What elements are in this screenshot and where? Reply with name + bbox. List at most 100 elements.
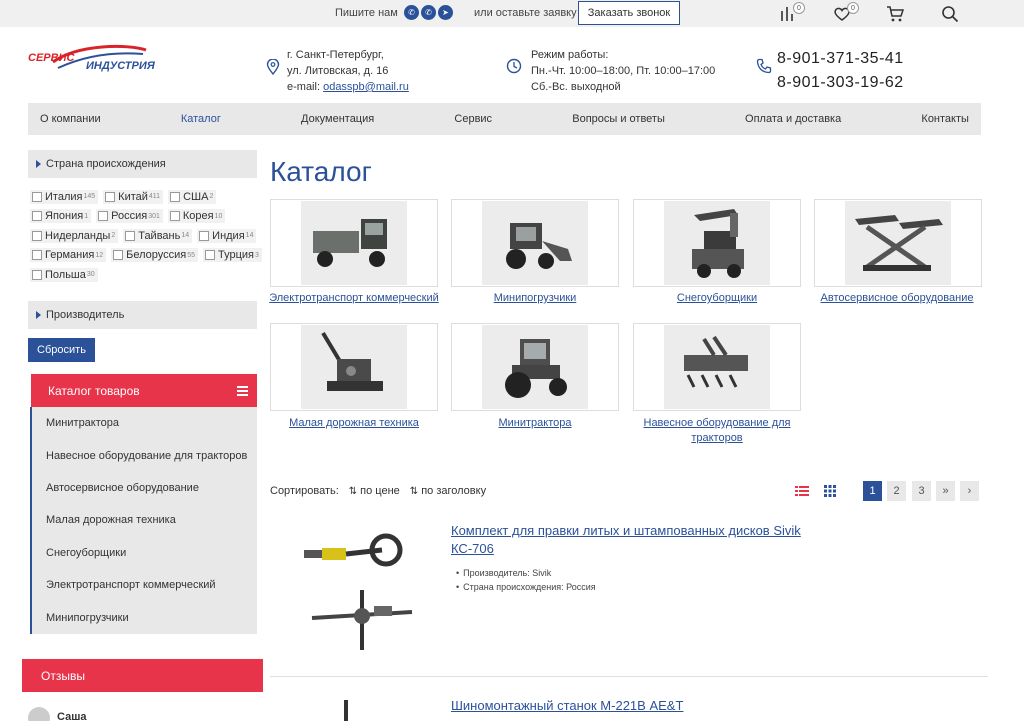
category-tile-tractor-attachments[interactable] [633, 323, 801, 411]
checkbox[interactable] [32, 250, 42, 261]
checkbox[interactable] [169, 211, 180, 222]
page-title: Каталог [270, 156, 372, 187]
product-prop: Страна происхождения: Россия [456, 580, 596, 594]
country-option[interactable]: Россия 301 [96, 209, 163, 224]
checkbox[interactable] [125, 230, 136, 241]
search-button[interactable] [939, 4, 961, 24]
pagination-page-3[interactable]: 3 [912, 481, 931, 501]
category-link[interactable]: Электротранспорт коммерческий [269, 291, 439, 306]
category-image [664, 325, 770, 409]
category-link[interactable]: Автосервисное оборудование [812, 291, 982, 306]
country-option[interactable]: Турция 3 [203, 248, 262, 263]
telegram-icon[interactable]: ➤ [438, 5, 453, 20]
product-title-link[interactable]: Комплект для правки литых и штампованных… [451, 522, 811, 558]
checkbox[interactable] [32, 230, 42, 241]
country-option[interactable]: Польша 30 [30, 267, 98, 282]
sort-by-title[interactable]: ⇅ по заголовку [410, 485, 486, 497]
phone-number-1[interactable]: 8-901-371-35-41 [777, 47, 904, 71]
category-tile-auto-service[interactable] [814, 199, 982, 287]
catalog-menu-item[interactable]: Минитрактора [32, 407, 257, 439]
country-option[interactable]: Германия 12 [30, 248, 107, 263]
site-logo[interactable]: СЕРВИС ИНДУСТРИЯ [28, 42, 168, 80]
phone-number-2[interactable]: 8-901-303-19-62 [777, 71, 904, 95]
grid-view-button[interactable] [820, 482, 840, 500]
catalog-menu-item[interactable]: Автосервисное оборудование [32, 472, 257, 504]
category-link[interactable]: Снегоуборщики [632, 291, 802, 306]
product-image[interactable] [282, 520, 438, 666]
nav-item-faq[interactable]: Вопросы и ответы [572, 113, 665, 125]
messenger-icons: ✆ ✆ ➤ [404, 5, 453, 20]
country-option[interactable]: Индия 14 [197, 228, 257, 243]
category-link[interactable]: Минипогрузчики [450, 291, 620, 306]
country-option[interactable]: Корея 10 [167, 209, 226, 224]
product-image[interactable] [330, 694, 390, 721]
checkbox[interactable] [32, 191, 42, 202]
checkbox[interactable] [199, 230, 210, 241]
catalog-menu-item[interactable]: Электротранспорт коммерческий [32, 569, 257, 601]
viber-icon[interactable]: ✆ [421, 5, 436, 20]
reviews-header: Отзывы [22, 659, 263, 692]
catalog-menu-item[interactable]: Минипогрузчики [32, 601, 257, 633]
country-name: Польша [45, 268, 86, 281]
catalog-menu-item[interactable]: Навесное оборудование для тракторов [32, 439, 257, 471]
pagination-page-1[interactable]: 1 [863, 481, 882, 501]
category-link[interactable]: Навесное оборудование для тракторов [632, 416, 802, 446]
category-tile-snow-blowers[interactable] [633, 199, 801, 287]
checkbox[interactable] [32, 269, 42, 280]
reset-filter-button[interactable]: Сбросить [28, 338, 95, 362]
category-link[interactable]: Минитрактора [450, 416, 620, 431]
nav-item-documentation[interactable]: Документация [301, 113, 374, 125]
catalog-menu-item[interactable]: Снегоуборщики [32, 537, 257, 569]
checkbox[interactable] [170, 191, 181, 202]
nav-item-payment-delivery[interactable]: Оплата и доставка [745, 113, 841, 125]
avatar [28, 707, 50, 721]
pagination-next[interactable]: › [960, 481, 979, 501]
category-tile-road-equipment[interactable] [270, 323, 438, 411]
country-option[interactable]: Нидерланды 2 [30, 228, 119, 243]
checkbox[interactable] [113, 250, 124, 261]
email-link[interactable]: odasspb@mail.ru [323, 81, 409, 93]
manufacturer-filter-toggle[interactable]: Производитель [28, 301, 257, 329]
country-filter-options: Италия 145 Китай 411 США 2 Япония 1 Россия 30… [30, 187, 262, 285]
country-count: 411 [148, 193, 161, 201]
category-tile-mini-loaders[interactable] [451, 199, 619, 287]
order-call-button[interactable]: Заказать звонок [578, 1, 680, 25]
checkbox[interactable] [105, 191, 116, 202]
country-option[interactable]: Белоруссия 55 [111, 248, 199, 263]
nav-item-about[interactable]: О компании [40, 113, 101, 125]
country-option[interactable]: США 2 [168, 189, 217, 204]
country-count: 145 [83, 193, 96, 201]
pagination-last[interactable]: » [936, 481, 955, 501]
sort-by-price[interactable]: ⇅ по цене [349, 485, 400, 497]
country-name: Тайвань [138, 229, 181, 242]
product-title-link[interactable]: Шиномонтажный станок М-221В AE&T [451, 697, 811, 715]
country-option[interactable]: Япония 1 [30, 209, 92, 224]
catalog-menu-header[interactable]: Каталог товаров [31, 374, 257, 407]
checkbox[interactable] [205, 250, 216, 261]
country-filter-toggle[interactable]: Страна происхождения [28, 150, 257, 178]
country-count: 2 [111, 232, 116, 240]
menu-icon[interactable] [237, 386, 248, 398]
country-option[interactable]: Тайвань 14 [123, 228, 193, 243]
favorites-button[interactable]: 0 [831, 2, 859, 24]
checkbox[interactable] [98, 211, 109, 222]
nav-item-contacts[interactable]: Контакты [921, 113, 969, 125]
checkbox[interactable] [32, 211, 42, 222]
cart-button[interactable] [884, 4, 906, 24]
list-view-button[interactable] [792, 482, 812, 500]
sort-bar: Сортировать: ⇅ по цене ⇅ по заголовку [270, 485, 486, 497]
pagination-page-2[interactable]: 2 [887, 481, 906, 501]
category-tile-electric-transport[interactable] [270, 199, 438, 287]
compare-button[interactable]: 0 [777, 2, 805, 24]
category-link[interactable]: Малая дорожная техника [269, 416, 439, 431]
address-line-1: г. Санкт-Петербург, [287, 49, 384, 61]
country-option[interactable]: Италия 145 [30, 189, 99, 204]
country-name: Япония [45, 210, 84, 223]
nav-item-catalog[interactable]: Каталог [181, 113, 221, 125]
category-tile-mini-tractors[interactable] [451, 323, 619, 411]
list-view-icon [795, 486, 809, 496]
catalog-menu-item[interactable]: Малая дорожная техника [32, 504, 257, 536]
whatsapp-icon[interactable]: ✆ [404, 5, 419, 20]
nav-item-service[interactable]: Сервис [454, 113, 492, 125]
country-option[interactable]: Китай 411 [103, 189, 164, 204]
